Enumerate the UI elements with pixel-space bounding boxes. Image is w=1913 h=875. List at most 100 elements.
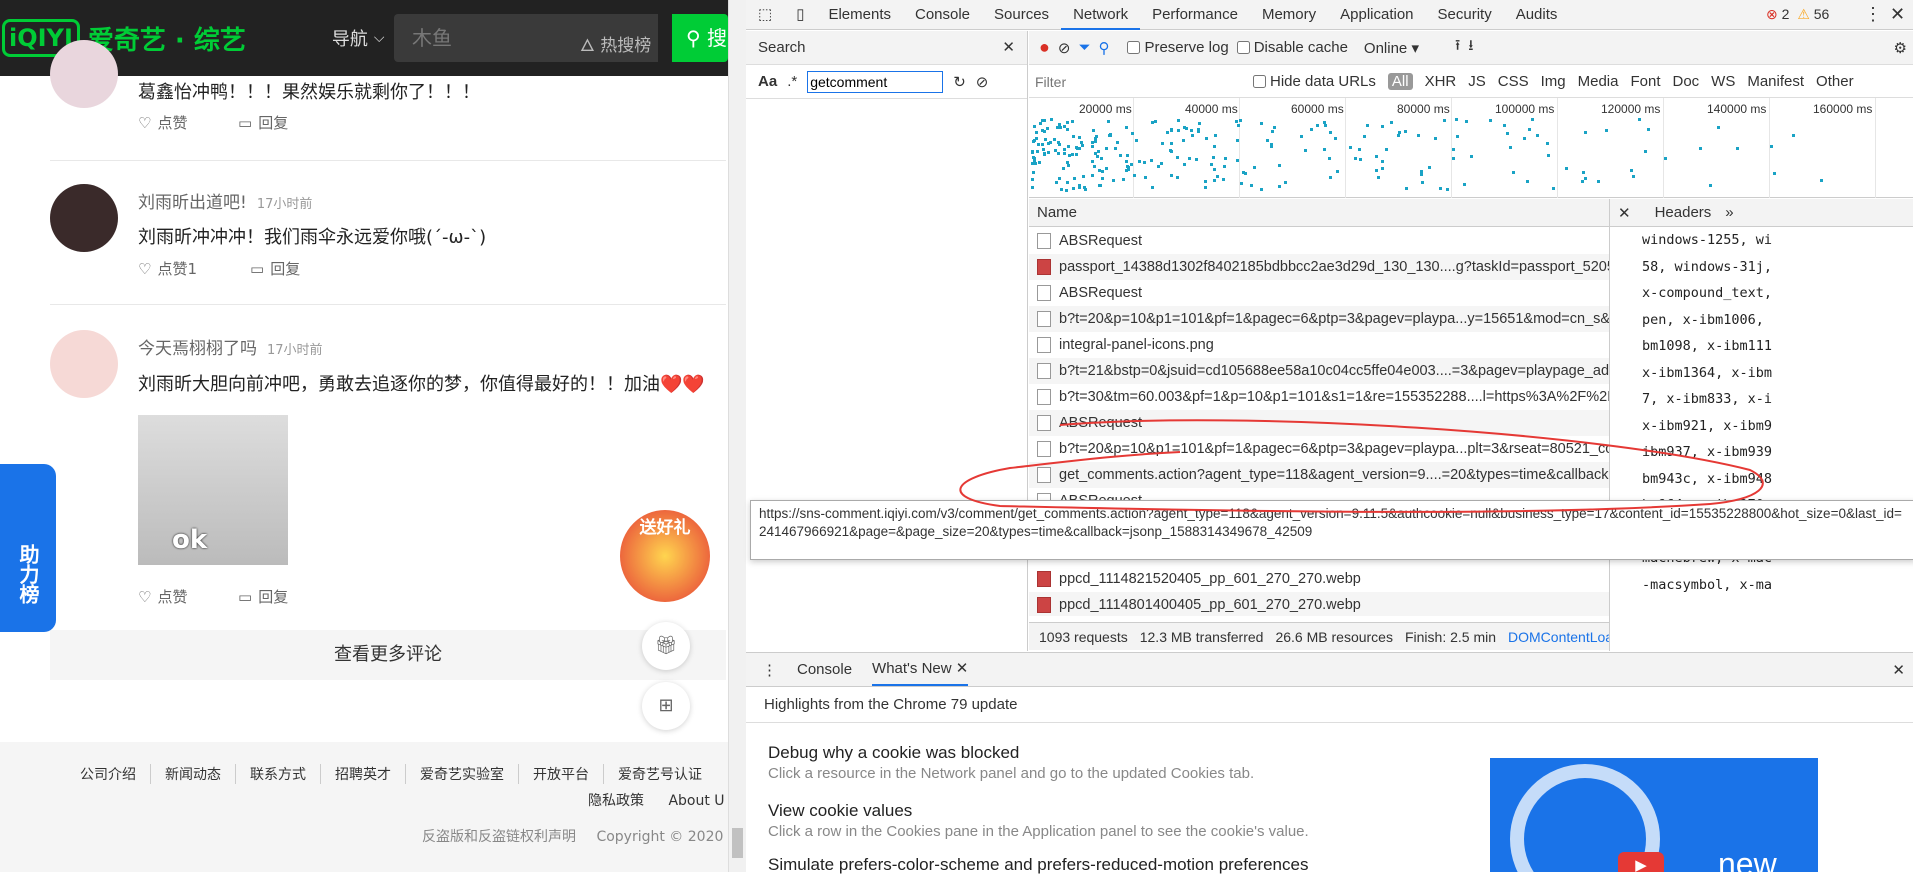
request-row[interactable]: b?t=20&p=10&p1=101&pf=1&pagec=6&ptp=3&pa… — [1029, 306, 1609, 332]
match-case-toggle[interactable]: Aa — [758, 73, 777, 90]
filter-other[interactable]: Other — [1816, 73, 1854, 90]
comment-author[interactable]: 今天焉栩栩了吗 17小时前 — [138, 334, 323, 359]
request-row[interactable]: ppcd_1114821520405_pp_601_270_270.webp — [1029, 566, 1609, 592]
footer-link[interactable]: 联系方式 — [236, 764, 321, 784]
gift-button[interactable]: 送好礼 — [620, 510, 710, 602]
export-icon[interactable]: ⭳ — [1468, 35, 1473, 60]
add-button[interactable]: ⊞ — [642, 682, 690, 730]
checkbox[interactable] — [1236, 41, 1250, 54]
network-overview-timeline[interactable]: 20000 ms 40000 ms 60000 ms 80000 ms 1000… — [1029, 98, 1913, 198]
comment-author[interactable]: 刘雨昕出道吧! 17小时前 — [138, 188, 312, 213]
filter-icon[interactable]: ⏷ — [1078, 39, 1090, 56]
filter-all[interactable]: All — [1387, 73, 1413, 90]
close-icon[interactable]: ✕ — [1002, 31, 1015, 65]
more-options-icon[interactable]: ⋮ — [1864, 4, 1882, 25]
import-icon[interactable]: ⭱ — [1455, 35, 1460, 60]
like-button[interactable]: ♡ 点赞1 — [138, 258, 197, 279]
name-column-header[interactable]: Name — [1029, 199, 1609, 227]
close-icon[interactable]: ✕ — [1890, 4, 1905, 25]
footer-link[interactable]: 爱奇艺实验室 — [406, 764, 519, 784]
settings-gear-icon[interactable]: ⚙ — [1894, 39, 1907, 57]
avatar[interactable] — [50, 330, 118, 398]
request-row[interactable]: ABSRequest — [1029, 228, 1609, 254]
filter-img[interactable]: Img — [1541, 73, 1566, 90]
request-row[interactable]: passport_14388d1302f8402185bdbbcc2ae3d29… — [1029, 254, 1609, 280]
request-row[interactable]: integral-panel-icons.png — [1029, 332, 1609, 358]
clear-icon[interactable]: ⊘ — [976, 73, 989, 91]
tab-console-drawer[interactable]: Console — [797, 661, 852, 678]
refresh-icon[interactable]: ↻ — [953, 73, 966, 91]
request-row[interactable]: b?t=21&bstp=0&jsuid=cd105688ee58a10c04cc… — [1029, 358, 1609, 384]
search-icon[interactable]: ⚲ — [1098, 39, 1109, 57]
page-scrollbar[interactable] — [728, 0, 746, 872]
close-icon[interactable]: ✕ — [956, 660, 969, 677]
filter-css[interactable]: CSS — [1498, 73, 1529, 90]
request-row[interactable]: ABSRequest — [1029, 410, 1609, 436]
feature-item[interactable]: View cookie values Click a row in the Coo… — [768, 801, 1309, 840]
tab-whats-new[interactable]: What's New ✕ — [872, 654, 969, 686]
feature-item[interactable]: Debug why a cookie was blocked Click a re… — [768, 743, 1254, 782]
like-button[interactable]: ♡ 点赞 — [138, 586, 187, 607]
avatar[interactable] — [50, 40, 118, 108]
tab-application[interactable]: Application — [1328, 0, 1425, 30]
reply-button[interactable]: ▭ 回复 — [238, 112, 288, 133]
close-icon[interactable]: ✕ — [1618, 204, 1631, 222]
filter-ws[interactable]: WS — [1711, 73, 1735, 90]
more-comments-button[interactable]: 查看更多评论 — [50, 630, 726, 680]
tab-headers[interactable]: Headers — [1655, 204, 1712, 221]
reply-button[interactable]: ▭ 回复 — [238, 586, 288, 607]
hot-search-link[interactable]: 🜂 热搜榜 — [580, 26, 651, 61]
iqiyi-logo[interactable]: iQIYI 爱奇艺 · 综艺 — [2, 19, 246, 57]
feature-item[interactable]: Simulate prefers-color-scheme and prefer… — [768, 855, 1308, 875]
footer-link[interactable]: About U — [668, 793, 724, 809]
tab-audits[interactable]: Audits — [1504, 0, 1570, 30]
tab-security[interactable]: Security — [1426, 0, 1504, 30]
inspect-icon[interactable]: ⬚ — [746, 0, 784, 30]
tab-console[interactable]: Console — [903, 0, 982, 30]
filter-font[interactable]: Font — [1630, 73, 1660, 90]
throttle-select[interactable]: Online ▾ — [1364, 39, 1419, 57]
request-row[interactable]: b?t=30&tm=60.003&pf=1&p=10&p1=101&s1=1&r… — [1029, 384, 1609, 410]
search-button[interactable]: ⚲ 搜 — [672, 14, 728, 62]
preserve-log-checkbox[interactable]: Preserve log — [1127, 39, 1229, 56]
request-row[interactable]: b?t=20&p=10&p1=101&pf=1&pagec=6&ptp=3&pa… — [1029, 436, 1609, 462]
like-button[interactable]: ♡ 点赞 — [138, 112, 187, 133]
record-icon[interactable]: ● — [1039, 37, 1050, 58]
request-row-get-comments[interactable]: get_comments.action?agent_type=118&agent… — [1029, 462, 1609, 488]
close-drawer-icon[interactable]: ✕ — [1892, 661, 1905, 679]
regex-toggle[interactable]: .* — [787, 73, 797, 90]
filter-manifest[interactable]: Manifest — [1747, 73, 1804, 90]
request-row[interactable]: ABSRequest — [1029, 280, 1609, 306]
issue-counter[interactable]: ⊗ 2 ⚠ 56 — [1766, 6, 1829, 23]
footer-link[interactable]: 开放平台 — [519, 764, 604, 784]
gift-box-button[interactable]: 🎁︎ — [642, 622, 690, 670]
reply-button[interactable]: ▭ 回复 — [250, 258, 300, 279]
footer-link[interactable]: 爱奇艺号认证 — [604, 764, 716, 784]
filter-doc[interactable]: Doc — [1672, 73, 1699, 90]
comment-image[interactable]: ok — [138, 415, 288, 565]
drawer-menu-icon[interactable]: ⋮ — [762, 661, 777, 679]
tab-sources[interactable]: Sources — [982, 0, 1061, 30]
footer-link[interactable]: 隐私政策 — [588, 793, 644, 809]
tab-memory[interactable]: Memory — [1250, 0, 1328, 30]
tab-network[interactable]: Network — [1061, 0, 1141, 30]
clear-icon[interactable]: ⊘ — [1058, 39, 1071, 57]
chevron-right-icon[interactable]: » — [1725, 204, 1733, 221]
support-ranking-badge[interactable]: 助力榜 — [0, 464, 56, 632]
nav-menu[interactable]: 导航 ⌵ — [332, 25, 385, 51]
filter-input[interactable] — [1035, 70, 1241, 93]
footer-link[interactable]: 招聘英才 — [321, 764, 406, 784]
hide-data-urls-checkbox[interactable]: Hide data URLs — [1253, 73, 1376, 90]
footer-link[interactable]: 新闻动态 — [151, 764, 236, 784]
avatar[interactable] — [50, 184, 118, 252]
device-toggle-icon[interactable]: ▯ — [784, 0, 816, 30]
filter-media[interactable]: Media — [1578, 73, 1619, 90]
request-row[interactable]: ppcd_1114801400405_pp_601_270_270.webp — [1029, 592, 1609, 616]
checkbox[interactable] — [1253, 75, 1266, 88]
tab-performance[interactable]: Performance — [1140, 0, 1250, 30]
disable-cache-checkbox[interactable]: Disable cache — [1236, 39, 1348, 56]
checkbox[interactable] — [1127, 41, 1141, 54]
scrollbar-thumb[interactable] — [732, 828, 743, 858]
filter-js[interactable]: JS — [1468, 73, 1486, 90]
filter-xhr[interactable]: XHR — [1425, 73, 1457, 90]
